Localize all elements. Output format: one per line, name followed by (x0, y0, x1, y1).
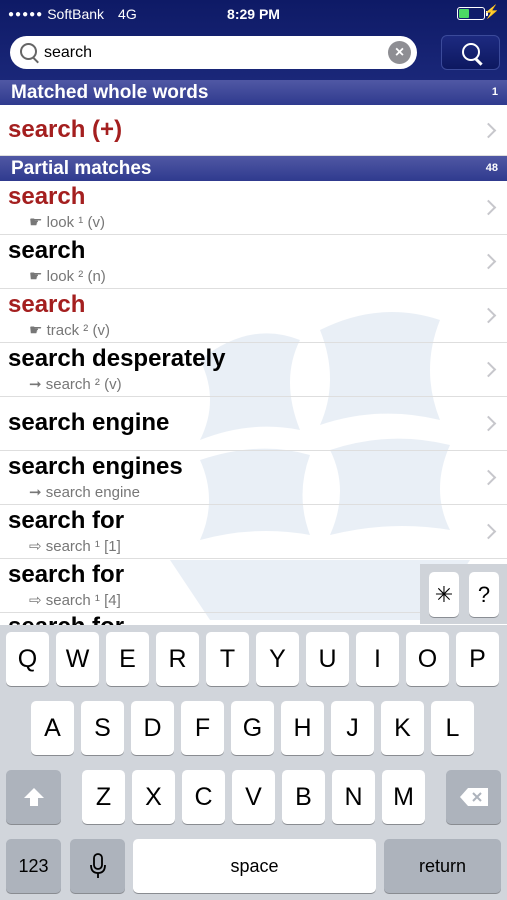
list-item[interactable]: search desperately ➞ search ² (v) (0, 343, 507, 397)
shift-key[interactable] (6, 770, 61, 824)
list-item[interactable]: search engine (0, 397, 507, 451)
chevron-right-icon (480, 469, 497, 486)
search-input[interactable]: search × (10, 36, 417, 69)
clear-icon[interactable]: × (388, 41, 411, 64)
entry-reference: ⇨ search ¹ [4] (29, 592, 121, 609)
list-item[interactable]: search ☛ look ¹ (v) (0, 181, 507, 235)
key-z[interactable]: Z (82, 770, 125, 824)
key-v[interactable]: V (232, 770, 275, 824)
dictation-key[interactable] (70, 839, 125, 893)
entry-word: search (8, 183, 86, 210)
key-e[interactable]: E (106, 632, 149, 686)
list-item[interactable]: search ☛ look ² (n) (0, 235, 507, 289)
entry-word: search (+) (8, 116, 123, 143)
battery-level (459, 9, 469, 18)
status-bar: ●●●●● SoftBank 4G 8:29 PM ⚡ (0, 0, 507, 28)
magnifier-icon (20, 43, 37, 60)
entry-reference: ☛ track ² (v) (29, 322, 110, 339)
chevron-right-icon (480, 253, 497, 270)
clock: 8:29 PM (227, 6, 280, 22)
numbers-key[interactable]: 123 (6, 839, 61, 893)
key-d[interactable]: D (131, 701, 174, 755)
chevron-right-icon (480, 523, 497, 540)
key-q[interactable]: Q (6, 632, 49, 686)
search-button[interactable] (441, 35, 500, 70)
delete-key[interactable] (446, 770, 501, 824)
key-r[interactable]: R (156, 632, 199, 686)
extra-keys-bar: ✳ ? (420, 564, 507, 624)
key-f[interactable]: F (181, 701, 224, 755)
section-count: 48 (485, 162, 498, 174)
key-u[interactable]: U (306, 632, 349, 686)
key-t[interactable]: T (206, 632, 249, 686)
entry-word: search for (8, 561, 125, 588)
list-item[interactable]: search ☛ track ² (v) (0, 289, 507, 343)
backspace-icon (459, 788, 488, 806)
space-key[interactable]: space (133, 839, 376, 893)
chevron-right-icon (480, 122, 497, 139)
battery-icon (457, 7, 488, 20)
list-item[interactable]: search engines ➞ search engine (0, 451, 507, 505)
key-i[interactable]: I (356, 632, 399, 686)
results-list[interactable]: Matched whole words 1 search (+) Partial… (0, 80, 507, 625)
section-count: 1 (491, 86, 498, 98)
charging-icon: ⚡ (483, 4, 500, 19)
shift-icon (23, 788, 44, 806)
return-key[interactable]: return (384, 839, 501, 893)
chevron-right-icon (480, 361, 497, 378)
entry-word: search engine (8, 409, 170, 436)
entry-word: search engines (8, 453, 183, 480)
section-title: Partial matches (11, 158, 152, 179)
key-l[interactable]: L (431, 701, 474, 755)
entry-reference: ➞ search engine (29, 484, 140, 501)
entry-reference: ☛ look ¹ (v) (29, 214, 105, 231)
key-j[interactable]: J (331, 701, 374, 755)
wildcard-key[interactable]: ✳ (429, 572, 459, 617)
key-x[interactable]: X (132, 770, 175, 824)
entry-word: search for (8, 613, 124, 625)
keyboard: QWERTYUIOP ASDFGHJKL ZXCVBNM 123 space r… (0, 625, 507, 900)
entry-word: search for (8, 507, 125, 534)
entry-word: search (8, 237, 86, 264)
section-header-partial-matches: Partial matches 48 (0, 156, 507, 181)
entry-word: search desperately (8, 345, 226, 372)
key-b[interactable]: B (282, 770, 325, 824)
key-p[interactable]: P (456, 632, 499, 686)
question-key[interactable]: ? (469, 572, 499, 617)
section-title: Matched whole words (11, 82, 209, 103)
search-icon (462, 43, 480, 61)
entry-reference: ➞ search ² (v) (29, 376, 122, 393)
key-y[interactable]: Y (256, 632, 299, 686)
header-bar: ●●●●● SoftBank 4G 8:29 PM ⚡ search × (0, 0, 507, 80)
section-header-whole-words: Matched whole words 1 (0, 80, 507, 105)
key-n[interactable]: N (332, 770, 375, 824)
list-item[interactable]: search for ⇨ search ¹ [1] (0, 505, 507, 559)
entry-reference: ☛ look ² (n) (29, 268, 106, 285)
list-item[interactable]: search (+) (0, 105, 507, 156)
key-w[interactable]: W (56, 632, 99, 686)
entry-reference: ⇨ search ¹ [1] (29, 538, 121, 555)
chevron-right-icon (480, 415, 497, 432)
chevron-right-icon (480, 199, 497, 216)
key-s[interactable]: S (81, 701, 124, 755)
microphone-icon (89, 853, 106, 878)
key-o[interactable]: O (406, 632, 449, 686)
key-c[interactable]: C (182, 770, 225, 824)
key-a[interactable]: A (31, 701, 74, 755)
key-m[interactable]: M (382, 770, 425, 824)
key-g[interactable]: G (231, 701, 274, 755)
key-h[interactable]: H (281, 701, 324, 755)
key-k[interactable]: K (381, 701, 424, 755)
search-input-value: search (44, 44, 93, 61)
chevron-right-icon (480, 307, 497, 324)
entry-word: search (8, 291, 86, 318)
